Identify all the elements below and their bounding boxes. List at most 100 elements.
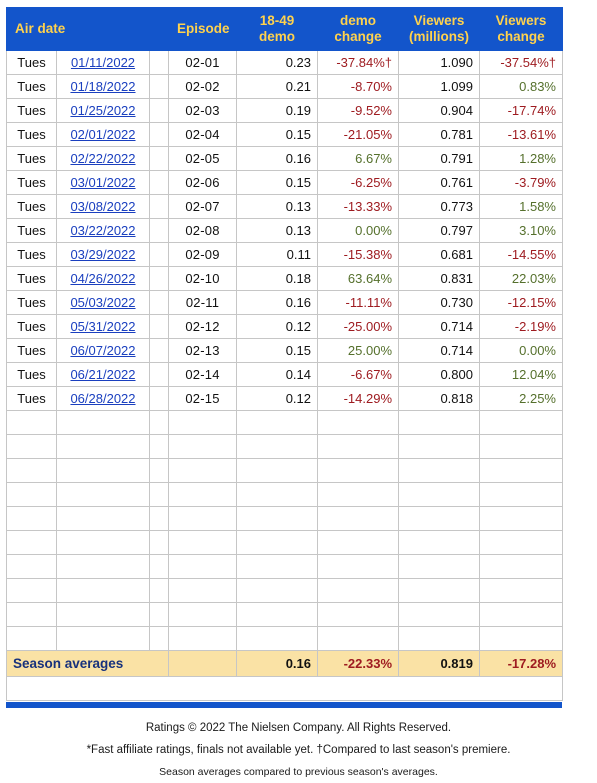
cell-viewers: 0.761 bbox=[398, 170, 480, 195]
cell-air-date[interactable]: 01/18/2022 bbox=[56, 74, 150, 99]
cell-empty bbox=[236, 554, 318, 579]
cell-empty bbox=[479, 626, 563, 651]
cell-empty bbox=[398, 434, 480, 459]
cell-demo: 0.15 bbox=[236, 170, 318, 195]
air-date-link[interactable]: 06/28/2022 bbox=[70, 391, 135, 406]
cell-viewers-change: 2.25% bbox=[479, 386, 563, 411]
cell-empty bbox=[236, 602, 318, 627]
cell-day: Tues bbox=[6, 98, 57, 123]
cell-demo-change: -21.05% bbox=[317, 122, 399, 147]
column-header-air-date[interactable]: Air date bbox=[6, 7, 169, 51]
column-header-18-49-demo[interactable]: 18-49 demo bbox=[236, 7, 318, 51]
air-date-link[interactable]: 01/18/2022 bbox=[70, 79, 135, 94]
cell-viewers-change: 1.28% bbox=[479, 146, 563, 171]
column-header-demo-line2: demo bbox=[258, 29, 295, 44]
table-body: Tues 01/11/2022 02-01 0.23 -37.84%† 1.090 -37.… bbox=[6, 50, 563, 701]
cell-air-date[interactable]: 01/11/2022 bbox=[56, 50, 150, 75]
cell-demo: 0.13 bbox=[236, 194, 318, 219]
cell-note bbox=[149, 98, 169, 123]
table-row: Tues 04/26/2022 02-10 0.18 63.64% 0.831 22.03% bbox=[6, 266, 563, 291]
cell-note bbox=[149, 338, 169, 363]
air-date-link[interactable]: 01/11/2022 bbox=[71, 55, 135, 70]
cell-note bbox=[149, 266, 169, 291]
cell-empty bbox=[479, 530, 563, 555]
cell-empty bbox=[149, 530, 169, 555]
air-date-link[interactable]: 03/29/2022 bbox=[70, 247, 135, 262]
cell-empty bbox=[6, 554, 57, 579]
air-date-link[interactable]: 05/31/2022 bbox=[70, 319, 135, 334]
cell-empty bbox=[398, 410, 480, 435]
cell-air-date[interactable]: 04/26/2022 bbox=[56, 266, 150, 291]
table-row-spacer bbox=[6, 676, 563, 701]
cell-viewers: 0.773 bbox=[398, 194, 480, 219]
cell-empty bbox=[56, 410, 150, 435]
air-date-link[interactable]: 01/25/2022 bbox=[70, 103, 135, 118]
cell-empty bbox=[6, 458, 57, 483]
footnotes: Ratings © 2022 The Nielsen Company. All … bbox=[0, 717, 597, 783]
cell-air-date[interactable]: 03/22/2022 bbox=[56, 218, 150, 243]
cell-note bbox=[149, 170, 169, 195]
cell-viewers: 0.818 bbox=[398, 386, 480, 411]
cell-viewers-change: -12.15% bbox=[479, 290, 563, 315]
cell-day: Tues bbox=[6, 218, 57, 243]
cell-empty bbox=[479, 434, 563, 459]
cell-empty bbox=[398, 578, 480, 603]
cell-empty bbox=[317, 410, 399, 435]
cell-day: Tues bbox=[6, 314, 57, 339]
cell-empty bbox=[56, 482, 150, 507]
column-header-viewers-line1: Viewers bbox=[413, 13, 465, 28]
cell-demo-change: -25.00% bbox=[317, 314, 399, 339]
cell-note bbox=[149, 122, 169, 147]
air-date-link[interactable]: 04/26/2022 bbox=[70, 271, 135, 286]
cell-episode: 02-05 bbox=[168, 146, 237, 171]
cell-empty bbox=[236, 410, 318, 435]
cell-empty bbox=[6, 410, 57, 435]
cell-day: Tues bbox=[6, 242, 57, 267]
cell-demo-change: -37.84%† bbox=[317, 50, 399, 75]
cell-air-date[interactable]: 06/28/2022 bbox=[56, 386, 150, 411]
air-date-link[interactable]: 03/08/2022 bbox=[70, 199, 135, 214]
cell-empty bbox=[168, 650, 237, 677]
cell-air-date[interactable]: 03/08/2022 bbox=[56, 194, 150, 219]
cell-air-date[interactable]: 02/01/2022 bbox=[56, 122, 150, 147]
air-date-link[interactable]: 05/03/2022 bbox=[70, 295, 135, 310]
cell-note bbox=[149, 194, 169, 219]
cell-air-date[interactable]: 02/22/2022 bbox=[56, 146, 150, 171]
column-header-episode[interactable]: Episode bbox=[168, 7, 237, 51]
cell-air-date[interactable]: 05/31/2022 bbox=[56, 314, 150, 339]
column-header-demo-change[interactable]: demo change bbox=[317, 7, 399, 51]
cell-air-date[interactable]: 01/25/2022 bbox=[56, 98, 150, 123]
table-row-empty bbox=[6, 554, 563, 579]
cell-air-date[interactable]: 03/29/2022 bbox=[56, 242, 150, 267]
air-date-link[interactable]: 06/07/2022 bbox=[70, 343, 135, 358]
column-header-viewers[interactable]: Viewers (millions) bbox=[398, 7, 480, 51]
header-row: Air date Episode 18-49 demo demo change … bbox=[6, 7, 563, 51]
air-date-link[interactable]: 06/21/2022 bbox=[70, 367, 135, 382]
cell-empty bbox=[56, 530, 150, 555]
cell-empty bbox=[317, 626, 399, 651]
column-header-viewers-change[interactable]: Viewers change bbox=[479, 7, 563, 51]
air-date-link[interactable]: 03/22/2022 bbox=[70, 223, 135, 238]
cell-viewers: 0.831 bbox=[398, 266, 480, 291]
air-date-link[interactable]: 02/22/2022 bbox=[70, 151, 135, 166]
table-row-empty bbox=[6, 530, 563, 555]
cell-air-date[interactable]: 05/03/2022 bbox=[56, 290, 150, 315]
cell-demo-change: -11.11% bbox=[317, 290, 399, 315]
column-header-demo-change-line2: change bbox=[334, 29, 382, 44]
cell-air-date[interactable]: 03/01/2022 bbox=[56, 170, 150, 195]
cell-empty bbox=[149, 554, 169, 579]
cell-day: Tues bbox=[6, 170, 57, 195]
cell-empty bbox=[317, 530, 399, 555]
cell-air-date[interactable]: 06/07/2022 bbox=[56, 338, 150, 363]
cell-air-date[interactable]: 06/21/2022 bbox=[56, 362, 150, 387]
air-date-link[interactable]: 02/01/2022 bbox=[70, 127, 135, 142]
cell-viewers: 0.791 bbox=[398, 146, 480, 171]
cell-note bbox=[149, 314, 169, 339]
footnote-copyright: Ratings © 2022 The Nielsen Company. All … bbox=[145, 722, 452, 734]
cell-empty bbox=[56, 506, 150, 531]
cell-empty bbox=[168, 530, 237, 555]
cell-empty bbox=[236, 530, 318, 555]
cell-viewers: 1.099 bbox=[398, 74, 480, 99]
air-date-link[interactable]: 03/01/2022 bbox=[70, 175, 135, 190]
cell-episode: 02-15 bbox=[168, 386, 237, 411]
